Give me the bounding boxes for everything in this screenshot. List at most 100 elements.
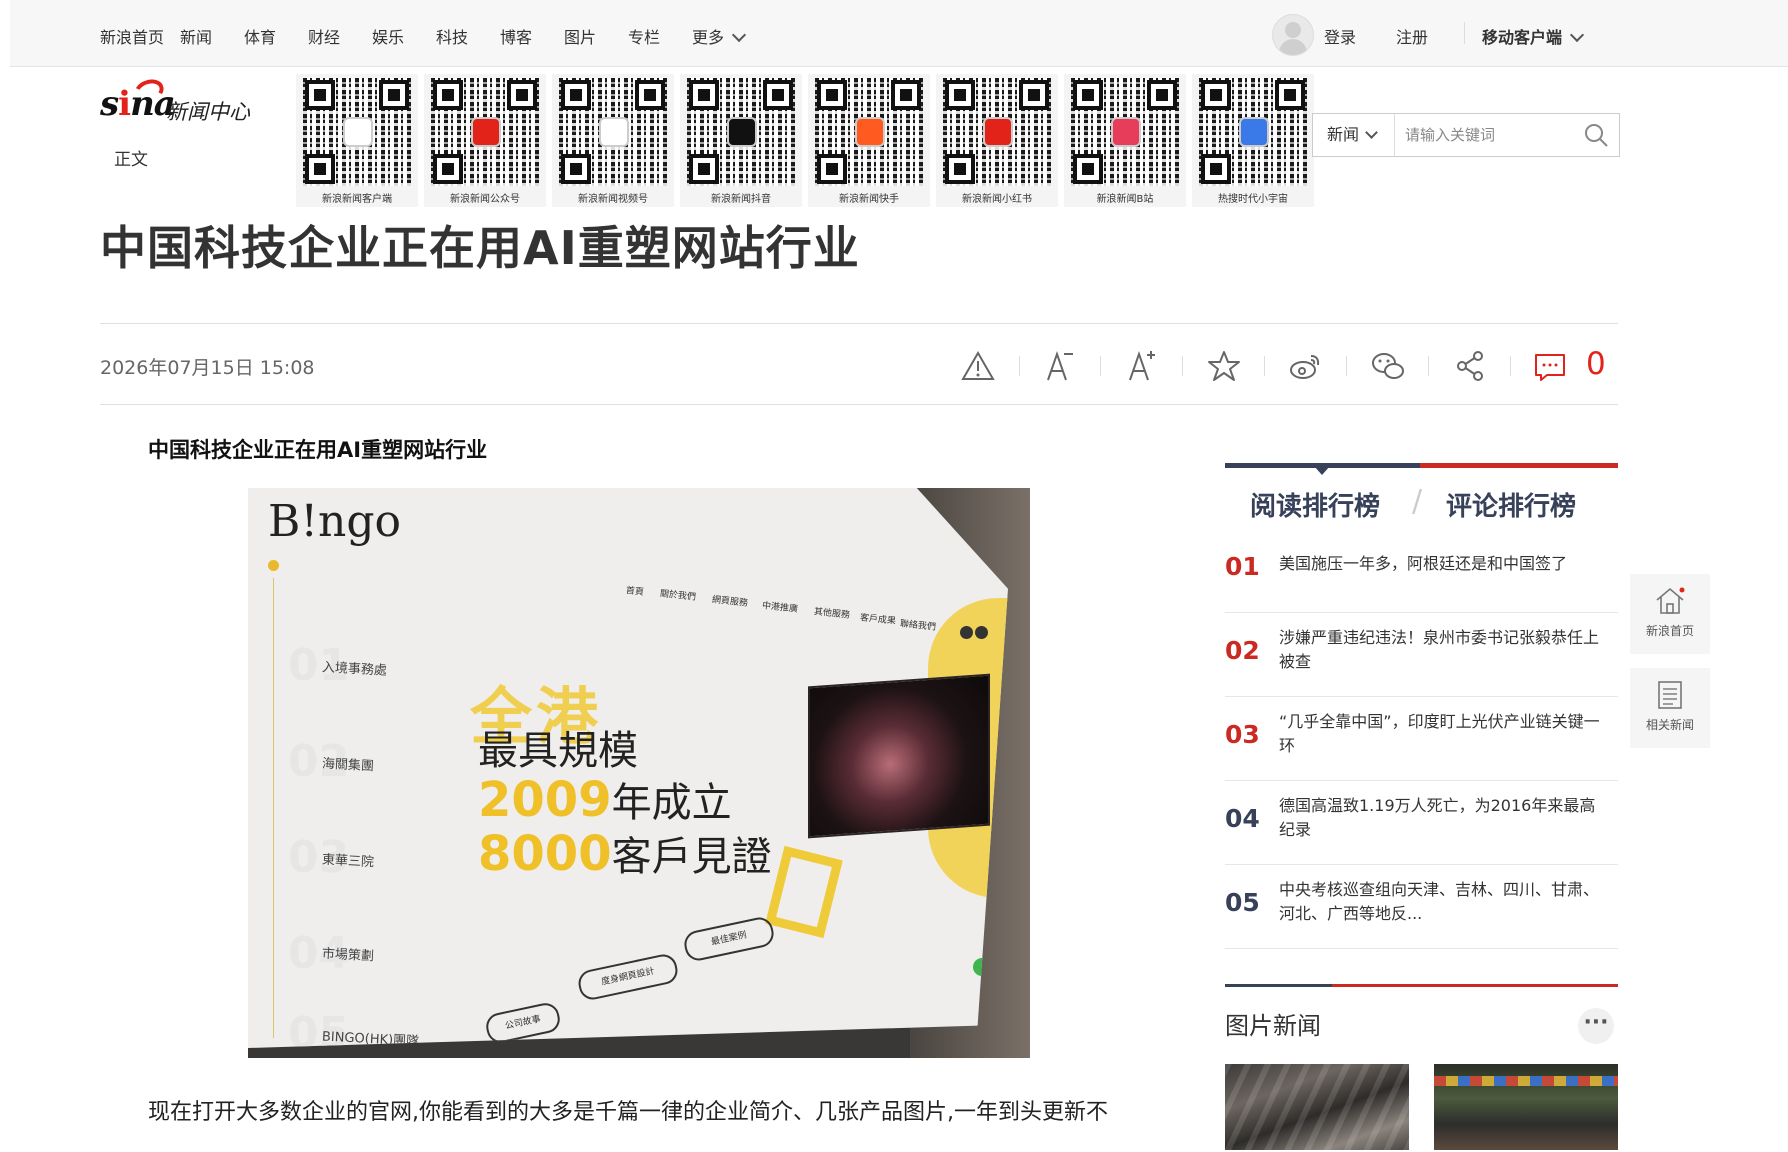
qr-code-card[interactable]: 新浪新闻抖音 bbox=[680, 74, 802, 207]
photo-menu-item: 聯絡我們 bbox=[899, 619, 937, 633]
mobile-client-label: 移动客户端 bbox=[1482, 28, 1563, 47]
nav-blog[interactable]: 博客 bbox=[500, 24, 532, 48]
divider bbox=[1464, 22, 1465, 44]
yellow-dot bbox=[268, 560, 279, 571]
photo-pill: 度身網頁設計 bbox=[575, 951, 681, 1003]
photo-side-item: BINGO(HK)團隊 bbox=[321, 1029, 420, 1050]
photo-menu-item: 關於我們 bbox=[659, 589, 697, 603]
search-category-select[interactable]: 新闻 bbox=[1313, 114, 1395, 156]
float-home-button[interactable]: 新浪首页 bbox=[1630, 574, 1710, 654]
qr-finder bbox=[305, 80, 335, 110]
rank-item[interactable]: 05 中央考核巡查组向天津、吉林、四川、甘肃、河北、广西等地反... bbox=[1225, 864, 1618, 949]
rank-item[interactable]: 01 美国施压一年多，阿根廷还是和中国签了 bbox=[1225, 540, 1618, 613]
qr-finder bbox=[817, 154, 847, 184]
rank-title: 中央考核巡查组向天津、吉林、四川、甘肃、河北、广西等地反... bbox=[1279, 880, 1600, 923]
photo-menu-item: 其他服務 bbox=[813, 607, 851, 621]
qr-finder bbox=[433, 154, 463, 184]
home-icon bbox=[1656, 587, 1685, 614]
qr-code-card[interactable]: 新浪新闻视频号 bbox=[552, 74, 674, 207]
font-larger-button[interactable] bbox=[1122, 346, 1162, 386]
register-link[interactable]: 注册 bbox=[1396, 24, 1428, 48]
sina-news-logo[interactable]: sina 新闻中心 bbox=[100, 75, 275, 132]
divider bbox=[100, 323, 1618, 324]
qr-code-card[interactable]: 热搜时代小宇宙 bbox=[1192, 74, 1314, 207]
share-button[interactable] bbox=[1450, 346, 1490, 386]
qr-logo-icon bbox=[727, 117, 757, 147]
float-related-button[interactable]: 相关新闻 bbox=[1630, 668, 1710, 748]
rank-number: 02 bbox=[1225, 636, 1260, 665]
nav-home[interactable]: 新浪首页 bbox=[100, 24, 164, 48]
font-increase-icon bbox=[1129, 350, 1155, 381]
photo-headline: 最具規模 bbox=[478, 728, 638, 774]
qr-finder bbox=[689, 80, 719, 110]
qr-code-card[interactable]: 新浪新闻公众号 bbox=[424, 74, 546, 207]
photo-video-thumb bbox=[808, 673, 990, 839]
active-tab-indicator bbox=[1314, 466, 1330, 475]
share-wechat-button[interactable] bbox=[1368, 346, 1408, 386]
pic-news-thumbnail[interactable] bbox=[1434, 1064, 1618, 1150]
photo-side-item: 入境事務處 bbox=[321, 660, 388, 679]
nav-more[interactable]: 更多 bbox=[692, 24, 747, 48]
more-button[interactable]: ··· bbox=[1578, 1008, 1614, 1044]
mobile-client-menu[interactable]: 移动客户端 bbox=[1482, 24, 1585, 48]
qr-code-card[interactable]: 新浪新闻B站 bbox=[1064, 74, 1186, 207]
report-button[interactable] bbox=[958, 346, 998, 386]
qr-code-card[interactable]: 新浪新闻快手 bbox=[808, 74, 930, 207]
nav-photos[interactable]: 图片 bbox=[564, 24, 596, 48]
qr-code-card[interactable]: 新浪新闻小红书 bbox=[936, 74, 1058, 207]
nav-entertainment[interactable]: 娱乐 bbox=[372, 24, 404, 48]
divider bbox=[1510, 356, 1511, 376]
qr-caption: 新浪新闻快手 bbox=[839, 194, 899, 205]
qr-finder bbox=[561, 154, 591, 184]
nav-news[interactable]: 新闻 bbox=[180, 24, 212, 48]
photo-headline-number: 8000 bbox=[478, 826, 612, 882]
user-avatar[interactable] bbox=[1272, 14, 1314, 56]
list-icon bbox=[1658, 681, 1682, 709]
qr-caption: 新浪新闻视频号 bbox=[578, 194, 648, 205]
search-category-label: 新闻 bbox=[1327, 125, 1360, 144]
nav-tech[interactable]: 科技 bbox=[436, 24, 468, 48]
rank-title: 美国施压一年多，阿根廷还是和中国签了 bbox=[1279, 554, 1568, 573]
share-weibo-button[interactable] bbox=[1286, 346, 1326, 386]
favorite-button[interactable] bbox=[1204, 346, 1244, 386]
qr-code-card[interactable]: 新浪新闻客户端 bbox=[296, 74, 418, 207]
share-icon bbox=[1457, 351, 1483, 381]
divider bbox=[1346, 356, 1347, 376]
photo-menu-item: 首頁 bbox=[625, 586, 645, 598]
font-smaller-button[interactable] bbox=[1040, 346, 1080, 386]
photo-headline-text: 客戶見證 bbox=[611, 834, 772, 880]
nav-sports[interactable]: 体育 bbox=[244, 24, 276, 48]
qr-finder bbox=[379, 80, 409, 110]
font-decrease-icon bbox=[1047, 350, 1073, 381]
qr-finder bbox=[817, 80, 847, 110]
article-paragraph: 现在打开大多数企业的官网,你能看到的大多是千篇一律的企业简介、几张产品图片,一年… bbox=[148, 1100, 1108, 1125]
nav-finance[interactable]: 财经 bbox=[308, 24, 340, 48]
yellow-frame-graphic bbox=[765, 845, 843, 939]
qr-logo-icon bbox=[343, 117, 373, 147]
rank-item[interactable]: 03 “几乎全靠中国”，印度盯上光伏产业链关键一环 bbox=[1225, 696, 1618, 781]
login-link[interactable]: 登录 bbox=[1324, 24, 1356, 48]
rank-bar bbox=[1420, 463, 1618, 468]
qr-finder bbox=[945, 154, 975, 184]
photo-menu-item: 網頁服務 bbox=[711, 595, 749, 609]
tab-read-ranking[interactable]: 阅读排行榜 bbox=[1250, 486, 1380, 523]
search-icon[interactable] bbox=[1583, 122, 1609, 148]
tab-comment-ranking[interactable]: 评论排行榜 bbox=[1446, 486, 1576, 523]
star-icon bbox=[1208, 351, 1240, 381]
search-input[interactable] bbox=[1403, 120, 1577, 150]
photo-headline-number: 2009 bbox=[478, 772, 612, 828]
rank-item[interactable]: 04 德国高温致1.19万人死亡，为2016年来最高纪录 bbox=[1225, 780, 1618, 865]
rank-number: 04 bbox=[1225, 804, 1260, 833]
qr-logo-icon bbox=[855, 117, 885, 147]
pic-news-thumbnail[interactable] bbox=[1225, 1064, 1409, 1150]
comment-button[interactable] bbox=[1530, 346, 1570, 386]
qr-finder bbox=[507, 80, 537, 110]
wechat-icon bbox=[1372, 353, 1404, 379]
comment-count[interactable]: 0 bbox=[1586, 346, 1606, 382]
qr-caption: 新浪新闻客户端 bbox=[322, 194, 392, 205]
nav-column[interactable]: 专栏 bbox=[628, 24, 660, 48]
divider bbox=[1428, 356, 1429, 376]
chevron-down-icon bbox=[1365, 126, 1378, 139]
rank-item[interactable]: 02 涉嫌严重违纪违法！泉州市委书记张毅恭任上被查 bbox=[1225, 612, 1618, 697]
photo-side-item: 海關集團 bbox=[321, 756, 375, 775]
